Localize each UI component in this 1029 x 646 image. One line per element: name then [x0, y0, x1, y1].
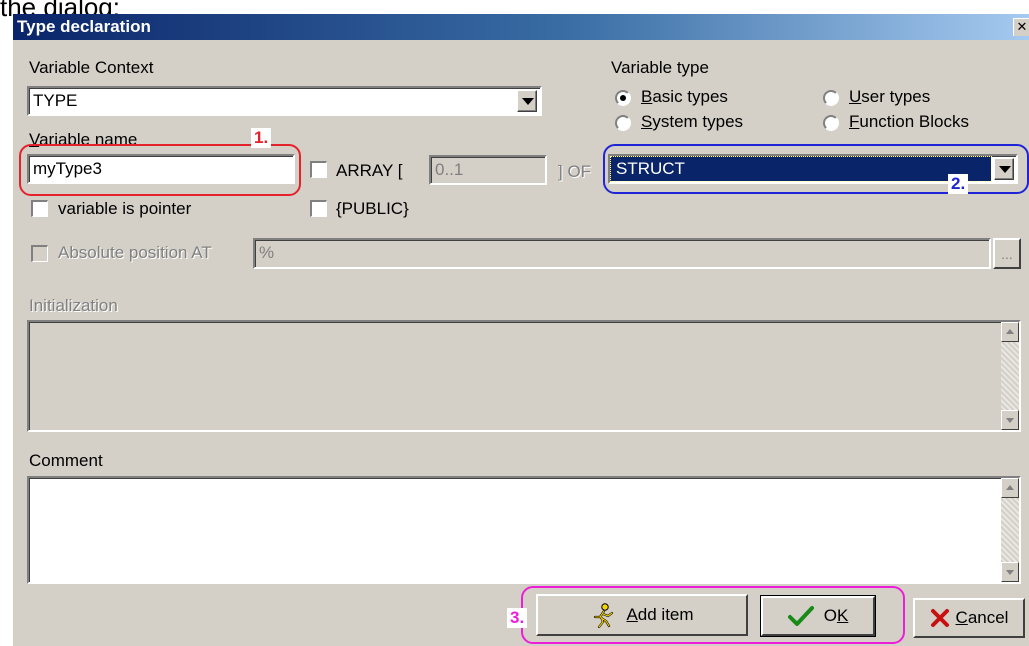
scroll-up-icon[interactable] [1001, 478, 1019, 498]
scroll-down-icon[interactable] [1001, 410, 1019, 430]
red-x-icon [930, 609, 949, 627]
scroll-down-icon[interactable] [1001, 562, 1019, 582]
callout-1-outline [19, 144, 301, 196]
callout-2-label: 2. [948, 174, 969, 194]
variable-context-value: TYPE [33, 91, 78, 110]
absolute-position-label: Absolute position AT [58, 243, 212, 262]
absolute-position-value: % [259, 243, 275, 262]
system-types-label: System types [641, 112, 744, 131]
comment-textarea[interactable] [27, 476, 1021, 584]
browse-button[interactable]: ... [993, 238, 1021, 269]
type-declaration-dialog: Type declaration ✕ Variable Context TYPE… [12, 14, 1029, 646]
ok-button[interactable]: OK [760, 595, 876, 637]
add-item-button[interactable]: Add item [536, 594, 748, 636]
variable-context-select[interactable]: TYPE [27, 86, 542, 116]
public-checkbox[interactable] [310, 200, 327, 217]
function-blocks-radio[interactable] [823, 115, 839, 131]
variable-type-label: Variable type [611, 58, 709, 77]
function-blocks-label: Function Blocks [849, 112, 970, 131]
user-types-radio[interactable] [823, 90, 839, 106]
array-range-input[interactable]: 0..1 [429, 155, 547, 185]
array-label: ARRAY [ [336, 161, 403, 180]
array-checkbox[interactable] [310, 161, 327, 178]
comment-label: Comment [29, 451, 103, 470]
callout-1-label: 1. [251, 128, 272, 148]
window-title: Type declaration [17, 17, 151, 36]
pointer-checkbox[interactable] [31, 200, 48, 217]
basic-types-label: Basic types [641, 87, 728, 106]
cancel-button[interactable]: Cancel [913, 598, 1025, 638]
array-range-value: 0..1 [435, 160, 464, 179]
close-icon[interactable]: ✕ [1013, 18, 1029, 36]
cancel-label: Cancel [955, 608, 1009, 627]
initialization-label: Initialization [29, 296, 118, 315]
scroll-up-icon[interactable] [1001, 322, 1019, 342]
chevron-down-icon[interactable] [517, 90, 537, 112]
absolute-position-checkbox[interactable] [31, 245, 48, 262]
user-types-label: User types [849, 87, 931, 106]
absolute-position-input[interactable]: % [253, 238, 991, 269]
add-item-label: Add item [626, 605, 694, 624]
pointer-label: variable is pointer [58, 199, 192, 218]
ok-label: OK [823, 606, 849, 625]
variable-context-label: Variable Context [29, 58, 154, 77]
title-bar[interactable]: Type declaration ✕ [13, 14, 1029, 40]
array-of-label: ] OF [558, 162, 592, 181]
running-man-icon [594, 603, 614, 628]
system-types-radio[interactable] [615, 115, 631, 131]
initialization-textarea[interactable] [27, 320, 1021, 432]
public-label: {PUBLIC} [336, 199, 409, 218]
basic-types-radio[interactable] [615, 90, 631, 106]
callout-3-label: 3. [507, 608, 528, 628]
checkmark-icon [787, 606, 814, 626]
